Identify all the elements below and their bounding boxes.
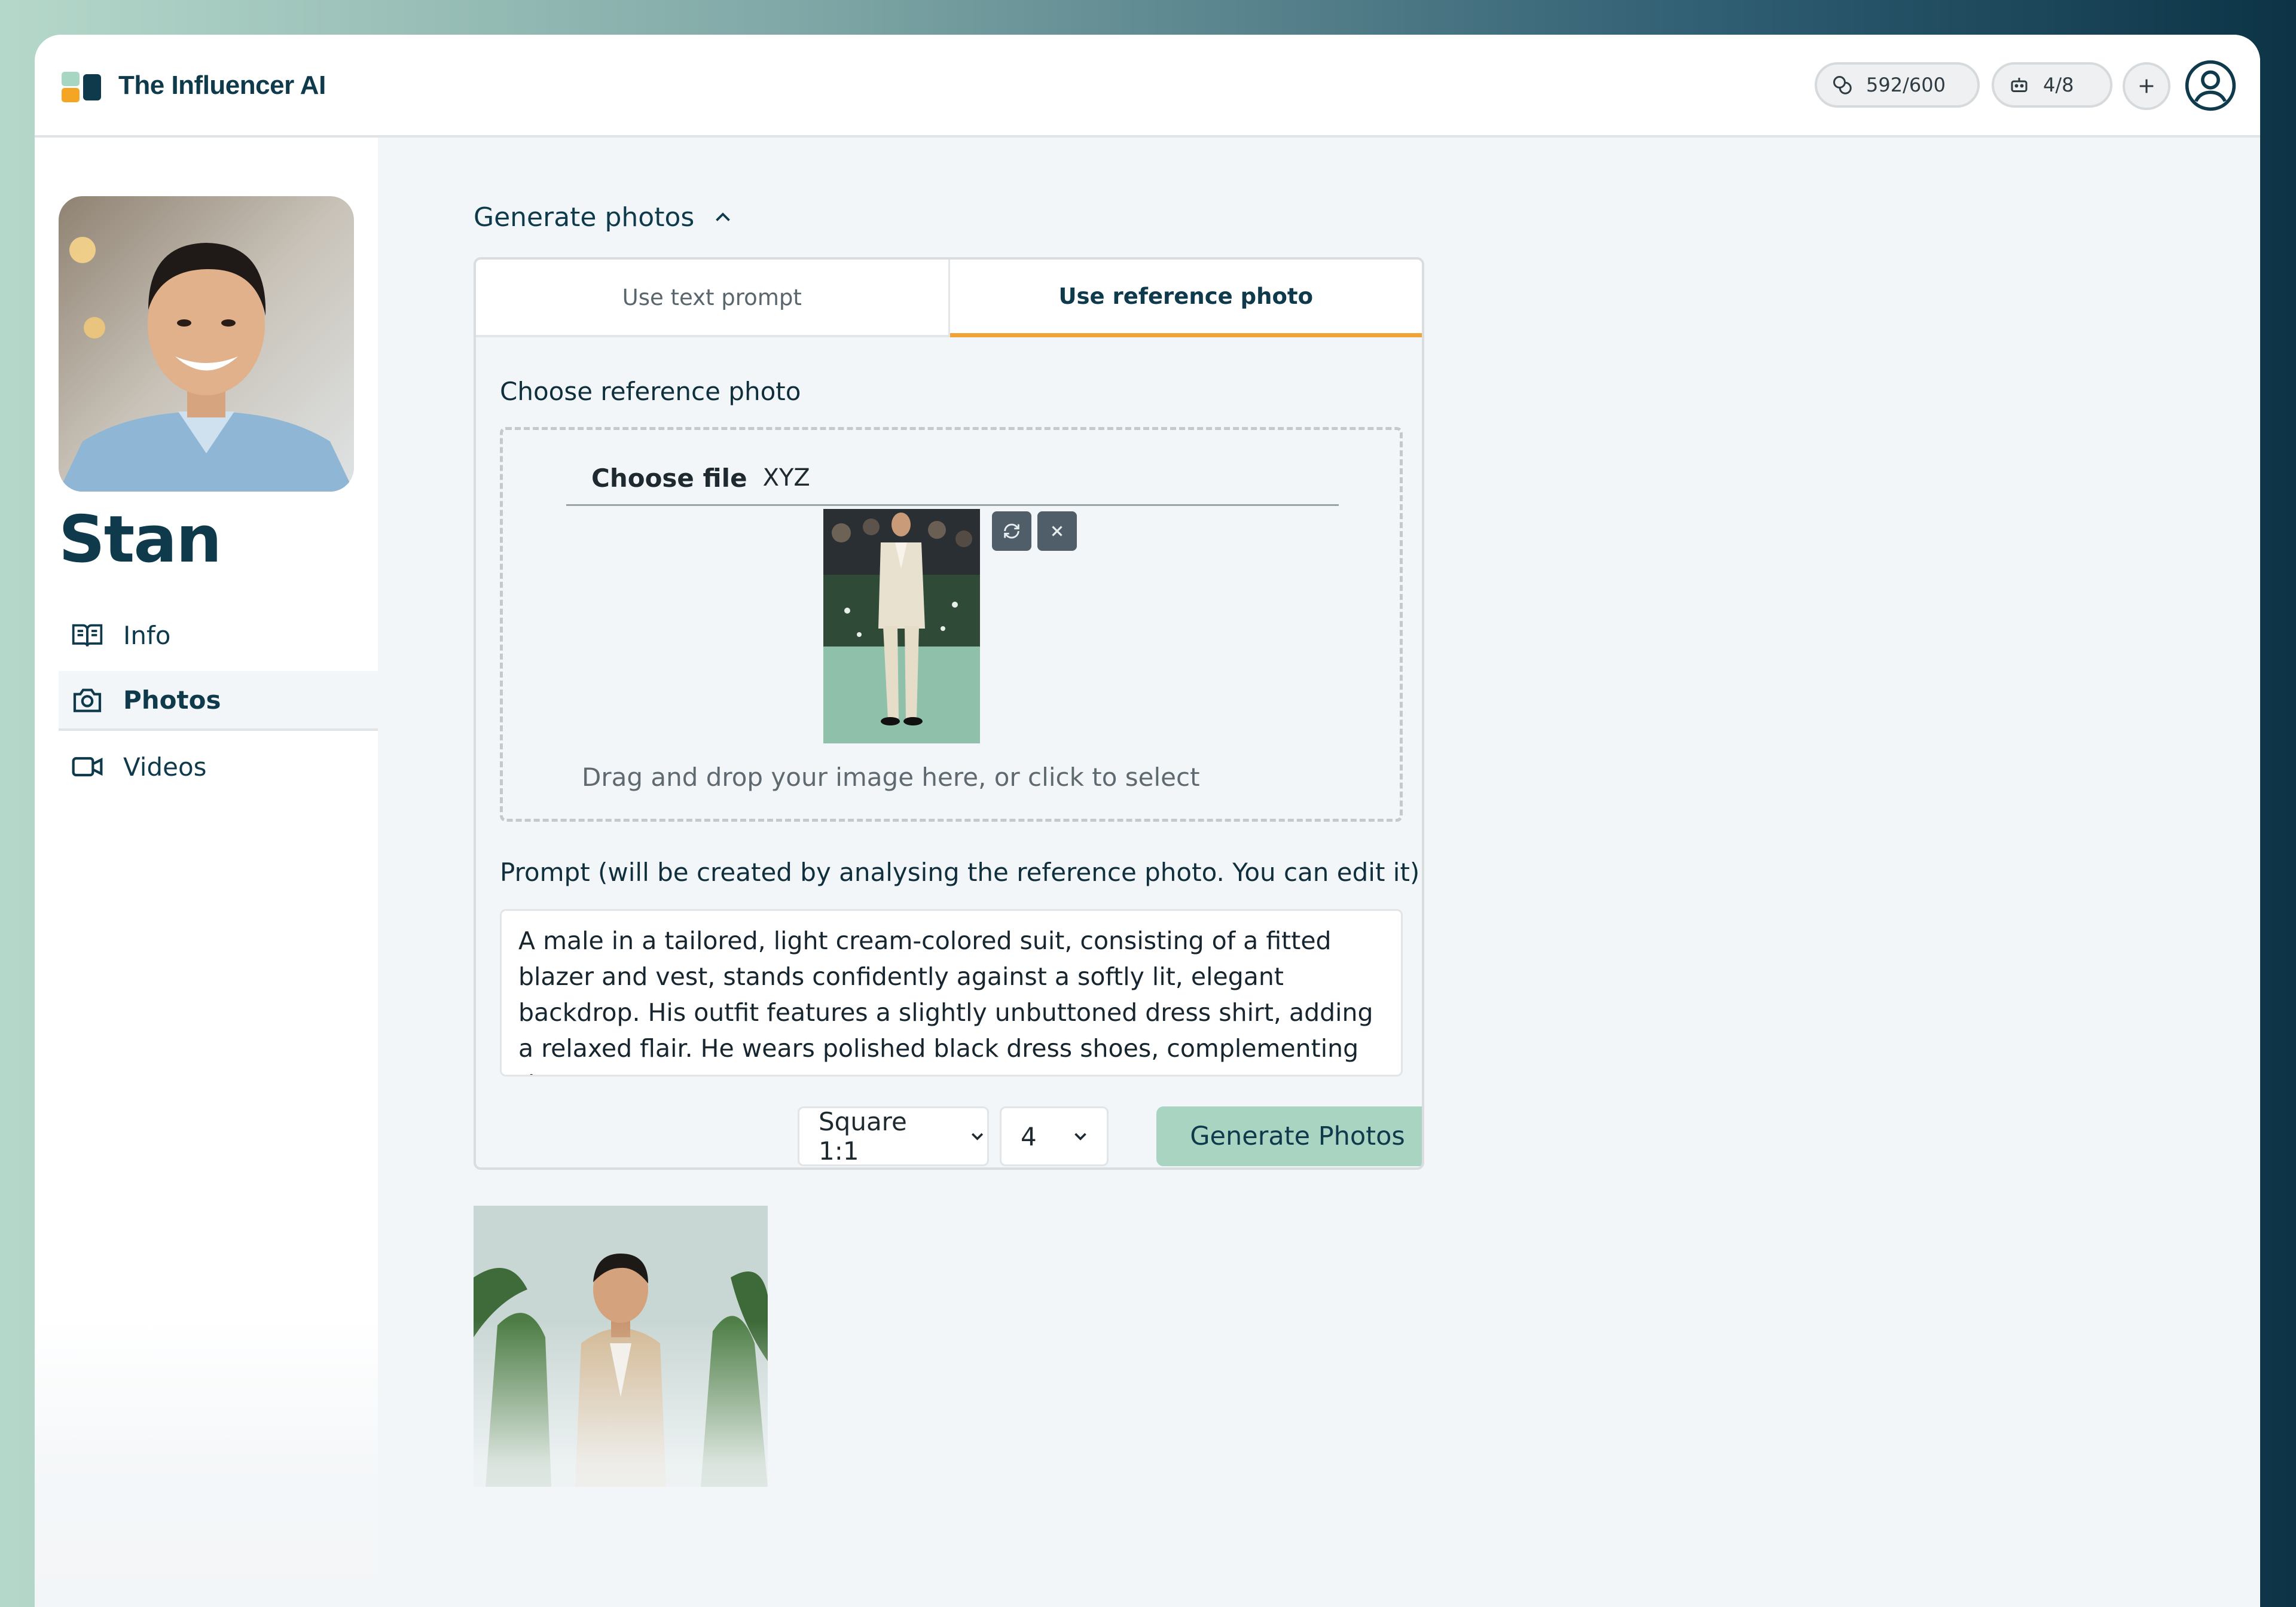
aspect-ratio-select[interactable]: Square 1:1 bbox=[798, 1106, 989, 1166]
user-circle-icon bbox=[2185, 60, 2236, 111]
plus-icon bbox=[2139, 79, 2154, 93]
bots-counter[interactable]: 4/8 bbox=[1992, 62, 2112, 108]
tab-reference-photo[interactable]: Use reference photo bbox=[949, 260, 1422, 337]
reference-photo-label: Choose reference photo bbox=[500, 377, 801, 406]
add-button[interactable] bbox=[2123, 62, 2170, 110]
app-logo-icon[interactable] bbox=[62, 72, 105, 103]
remove-image-button[interactable] bbox=[1037, 511, 1077, 551]
sidebar-item-photos[interactable]: Photos bbox=[59, 671, 378, 731]
dropzone-hint: Drag and drop your image here, or click … bbox=[582, 763, 1200, 792]
image-dropzone[interactable]: Choose file XYZ Drag and drop your image… bbox=[500, 427, 1403, 822]
sidebar-item-info[interactable]: Info bbox=[59, 605, 378, 665]
photo-count-value: 4 bbox=[1021, 1121, 1037, 1151]
generate-photos-card: Use text prompt Use reference photo Choo… bbox=[474, 257, 1424, 1170]
generate-photos-toggle[interactable]: Generate photos bbox=[474, 202, 734, 233]
robot-icon bbox=[2011, 78, 2028, 92]
sidebar-item-videos[interactable]: Videos bbox=[59, 737, 378, 797]
top-bar: The Influencer AI 592/600 4/8 bbox=[35, 35, 2260, 138]
section-title: Generate photos bbox=[474, 202, 695, 233]
chevron-down-icon bbox=[971, 1133, 983, 1141]
prompt-textarea[interactable]: A male in a tailored, light cream-colore… bbox=[500, 909, 1403, 1077]
sidebar-item-label: Videos bbox=[123, 752, 207, 782]
book-open-icon bbox=[68, 616, 106, 654]
tab-bar: Use text prompt Use reference photo bbox=[476, 260, 1422, 337]
credits-value: 592/600 bbox=[1866, 74, 1946, 96]
aspect-ratio-value: Square 1:1 bbox=[819, 1107, 907, 1166]
file-name: XYZ bbox=[762, 464, 810, 492]
bottom-fade-overlay bbox=[35, 1321, 2260, 1607]
replace-image-button[interactable] bbox=[992, 511, 1031, 551]
app-window: The Influencer AI 592/600 4/8 Stan Info … bbox=[35, 35, 2260, 1607]
profile-photo bbox=[59, 196, 354, 492]
camera-icon bbox=[68, 681, 106, 719]
profile-name: Stan bbox=[59, 502, 222, 577]
chevron-up-icon bbox=[716, 212, 731, 221]
close-icon bbox=[1052, 526, 1062, 536]
sidebar-item-label: Photos bbox=[123, 685, 221, 715]
bots-value: 4/8 bbox=[2043, 74, 2074, 96]
file-input[interactable]: Choose file XYZ bbox=[566, 452, 1339, 506]
chevron-down-icon bbox=[1074, 1133, 1086, 1141]
refresh-icon bbox=[1004, 523, 1019, 539]
tab-text-prompt[interactable]: Use text prompt bbox=[476, 260, 950, 337]
coins-icon bbox=[1833, 76, 1852, 94]
reference-photo-preview bbox=[823, 509, 980, 743]
sidebar-item-label: Info bbox=[123, 620, 171, 650]
user-menu-button[interactable] bbox=[2184, 59, 2237, 112]
prompt-label: Prompt (will be created by analysing the… bbox=[500, 858, 1420, 887]
credits-counter[interactable]: 592/600 bbox=[1815, 62, 1980, 108]
video-camera-icon bbox=[68, 748, 106, 786]
photo-count-select[interactable]: 4 bbox=[1000, 1106, 1109, 1166]
choose-file-button[interactable]: Choose file bbox=[591, 464, 747, 493]
app-title[interactable]: The Influencer AI bbox=[118, 71, 326, 100]
generate-photos-button[interactable]: Generate Photos bbox=[1156, 1106, 1422, 1166]
